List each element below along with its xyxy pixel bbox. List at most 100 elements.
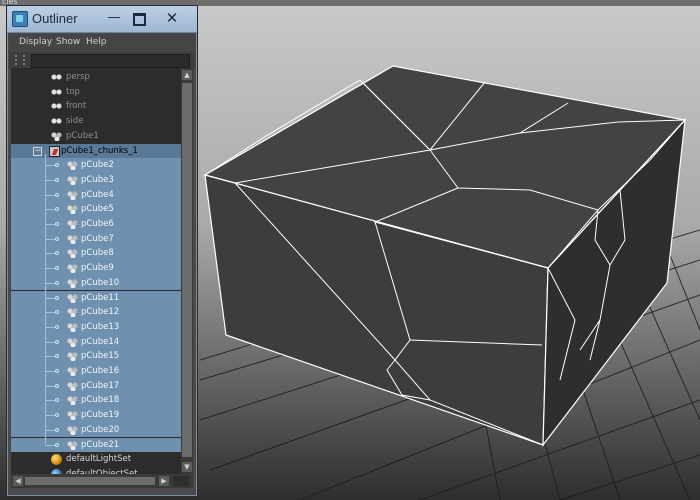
outliner-item-pCube17[interactable]: pCube17 bbox=[11, 378, 181, 394]
tree-node-icon bbox=[55, 427, 59, 432]
horizontal-scroll-thumb[interactable] bbox=[25, 477, 155, 485]
outliner-item-label: pCube1_chunks_1 bbox=[61, 145, 138, 156]
outliner-item-label: pCube16 bbox=[81, 366, 120, 376]
outliner-item-label: pCube8 bbox=[81, 248, 114, 259]
outliner-item-pCube10[interactable]: pCube10 bbox=[11, 275, 181, 291]
mesh-icon bbox=[67, 321, 79, 332]
scroll-up-icon[interactable]: ▲ bbox=[182, 70, 192, 80]
outliner-item-pCube11[interactable]: pCube11 bbox=[11, 290, 181, 306]
scroll-down-icon[interactable]: ▼ bbox=[182, 462, 192, 472]
outliner-item-pCube8[interactable]: pCube8 bbox=[11, 246, 181, 262]
outliner-item-defaultLightSet[interactable]: defaultLightSet bbox=[11, 452, 181, 467]
vertical-scrollbar[interactable]: ▲ ▼ bbox=[181, 68, 193, 474]
tree-connector bbox=[45, 444, 55, 446]
tree-connector bbox=[45, 429, 55, 431]
mesh-icon bbox=[67, 174, 79, 185]
outliner-item-pCube15[interactable]: pCube15 bbox=[11, 349, 181, 364]
tree-node-icon bbox=[55, 369, 59, 373]
outliner-item-label: top bbox=[66, 86, 80, 97]
tree-connector bbox=[45, 341, 55, 343]
horizontal-scrollbar[interactable]: ◀ ▶ bbox=[11, 474, 193, 488]
outliner-item-pCube4[interactable]: pCube4 bbox=[11, 187, 181, 203]
outliner-item-label: pCube15 bbox=[81, 351, 120, 362]
outliner-titlebar[interactable]: Outliner — ✕ bbox=[7, 6, 197, 33]
tree-connector bbox=[45, 415, 55, 417]
outliner-item-pCube9[interactable]: pCube9 bbox=[11, 261, 181, 276]
mesh-icon bbox=[67, 351, 79, 362]
outliner-item-top[interactable]: top bbox=[11, 85, 181, 100]
outliner-item-pCube16[interactable]: pCube16 bbox=[11, 364, 181, 379]
outliner-item-label: pCube11 bbox=[81, 292, 120, 303]
mesh-icon bbox=[67, 189, 79, 200]
outliner-item-label: side bbox=[66, 116, 84, 127]
mesh-icon bbox=[67, 439, 79, 450]
outliner-item-pCube3[interactable]: pCube3 bbox=[11, 172, 181, 188]
filter-row bbox=[9, 52, 195, 68]
outliner-item-label: pCube1 bbox=[66, 130, 99, 141]
tree-connector bbox=[45, 238, 55, 240]
scroll-left-icon[interactable]: ◀ bbox=[13, 476, 23, 486]
outliner-item-front[interactable]: front bbox=[11, 99, 181, 114]
close-button[interactable]: ✕ bbox=[159, 9, 185, 27]
mesh-icon bbox=[67, 395, 79, 406]
group-icon bbox=[49, 145, 60, 157]
tree-node-icon bbox=[55, 177, 59, 182]
tree-node-icon bbox=[55, 383, 59, 388]
outliner-item-defaultObjectSet[interactable]: defaultObjectSet bbox=[11, 467, 181, 474]
outliner-item-label: pCube5 bbox=[81, 204, 114, 215]
scroll-right-icon[interactable]: ▶ bbox=[159, 476, 169, 486]
grip-icon[interactable] bbox=[15, 55, 25, 65]
filter-input[interactable] bbox=[31, 54, 190, 68]
outliner-item-label: pCube17 bbox=[81, 380, 120, 391]
outliner-item-pCube5[interactable]: pCube5 bbox=[11, 202, 181, 217]
outliner-item-label: defaultObjectSet bbox=[66, 468, 138, 474]
outliner-item-label: pCube12 bbox=[81, 307, 120, 318]
collapse-toggle-icon[interactable]: − bbox=[33, 146, 42, 156]
outliner-item-pCube18[interactable]: pCube18 bbox=[11, 393, 181, 409]
menu-display[interactable]: Display bbox=[19, 37, 52, 47]
mesh-icon bbox=[51, 130, 63, 141]
outliner-item-pCube2[interactable]: pCube2 bbox=[11, 158, 181, 173]
mesh-icon bbox=[67, 233, 79, 244]
outliner-item-label: pCube2 bbox=[81, 160, 114, 171]
mesh-icon bbox=[67, 277, 79, 288]
outliner-item-label: defaultLightSet bbox=[66, 454, 132, 465]
maximize-button[interactable] bbox=[127, 9, 149, 27]
tree-node-icon bbox=[55, 266, 59, 271]
outliner-item-pCube13[interactable]: pCube13 bbox=[11, 319, 181, 335]
mesh-icon bbox=[67, 410, 79, 421]
maya-app-icon bbox=[12, 11, 28, 27]
menu-show[interactable]: Show bbox=[56, 37, 80, 47]
outliner-item-label: pCube4 bbox=[81, 189, 114, 200]
menu-help[interactable]: Help bbox=[86, 37, 107, 47]
maximize-icon bbox=[133, 13, 146, 26]
outliner-item-pCube6[interactable]: pCube6 bbox=[11, 217, 181, 232]
outliner-item-pCube1[interactable]: pCube1 bbox=[11, 129, 181, 144]
outliner-item-side[interactable]: side bbox=[11, 114, 181, 129]
mesh-icon bbox=[67, 336, 79, 347]
scroll-corner bbox=[173, 476, 189, 486]
outliner-window[interactable]: Outliner — ✕ Display Show Help persp top f… bbox=[6, 5, 198, 497]
outliner-item-pCube14[interactable]: pCube14 bbox=[11, 334, 181, 350]
outliner-item-label: pCube3 bbox=[81, 174, 114, 185]
vertical-scroll-thumb[interactable] bbox=[182, 83, 192, 457]
tree-node-icon bbox=[55, 310, 59, 315]
outliner-item-pCube19[interactable]: pCube19 bbox=[11, 408, 181, 423]
outliner-item-persp[interactable]: persp bbox=[11, 70, 181, 85]
outliner-item-group[interactable]: − pCube1_chunks_1 bbox=[11, 143, 181, 159]
mesh-icon bbox=[67, 292, 79, 303]
minimize-button[interactable]: — bbox=[103, 9, 125, 27]
outliner-list[interactable]: persp top front side pCube1 − pCube1_chunks_1p… bbox=[11, 68, 181, 474]
outliner-item-pCube20[interactable]: pCube20 bbox=[11, 422, 181, 438]
tree-connector bbox=[45, 312, 55, 314]
tree-connector bbox=[45, 356, 55, 358]
camera-icon bbox=[51, 101, 63, 112]
tree-connector bbox=[45, 371, 55, 372]
outliner-item-pCube21[interactable]: pCube21 bbox=[11, 437, 181, 453]
tree-connector bbox=[45, 224, 55, 225]
outliner-item-label: pCube13 bbox=[81, 321, 120, 332]
outliner-item-pCube12[interactable]: pCube12 bbox=[11, 305, 181, 320]
outliner-item-pCube7[interactable]: pCube7 bbox=[11, 231, 181, 247]
tree-node-icon bbox=[55, 236, 59, 241]
outliner-item-label: front bbox=[66, 101, 87, 112]
